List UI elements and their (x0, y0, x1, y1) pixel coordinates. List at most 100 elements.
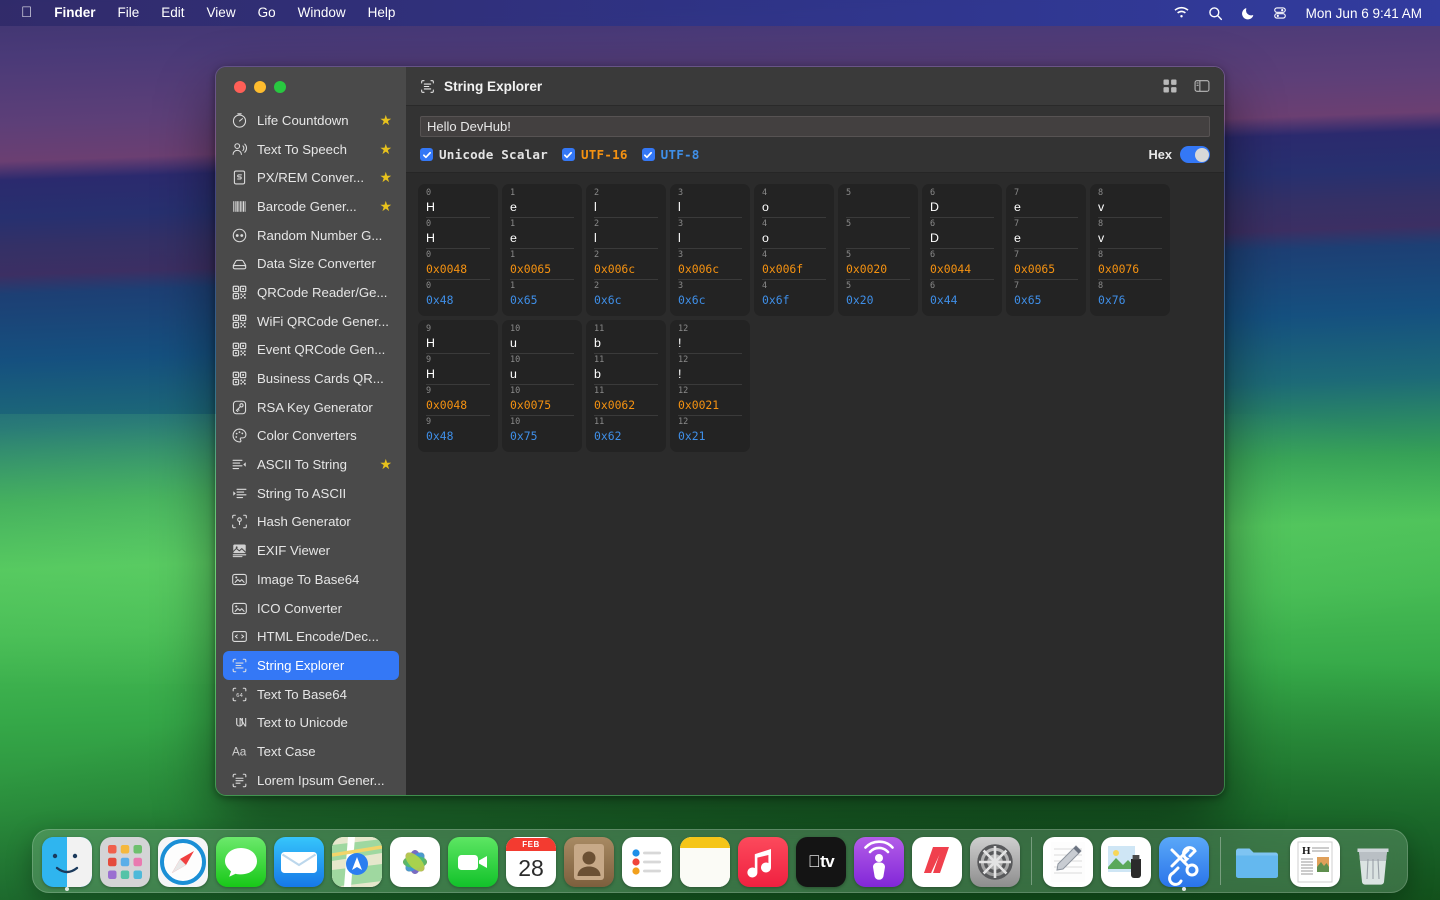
wifi-icon[interactable] (1164, 6, 1199, 20)
favorite-star-icon[interactable]: ★ (379, 169, 392, 186)
maximize-button[interactable] (274, 80, 286, 93)
hex-toggle[interactable] (1180, 146, 1210, 163)
character-cell[interactable]: 1 e 1 e 1 0x0065 1 0x65 (502, 184, 582, 316)
dock-item-textedit[interactable] (1043, 837, 1093, 887)
sidebar-item-text-to-unicode[interactable]: U N Text to Unicode (223, 708, 399, 737)
dock-item-contacts[interactable] (564, 837, 614, 887)
dock-item-facetime[interactable] (448, 837, 498, 887)
string-input[interactable] (420, 116, 1210, 137)
menu-item-edit[interactable]: Edit (150, 0, 195, 26)
sidebar-item-text-to-speech[interactable]: Text To Speech ★ (223, 135, 399, 164)
sidebar-item-ascii-to-string[interactable]: ASCII To String ★ (223, 450, 399, 479)
checkbox-utf16[interactable]: UTF-16 (561, 147, 628, 162)
character-cell[interactable]: 6 D 6 D 6 0x0044 6 0x44 (922, 184, 1002, 316)
character-cell[interactable]: 8 v 8 v 8 0x0076 8 0x76 (1090, 184, 1170, 316)
favorite-star-icon[interactable]: ★ (379, 141, 392, 158)
sidebar-item-lorem-ipsum-gener[interactable]: Lorem Ipsum Gener... (223, 766, 399, 795)
sidebar-item-uuid-generator[interactable]: UUID Generator (223, 795, 399, 796)
dock-item-mail[interactable] (274, 837, 324, 887)
dock-item-safari[interactable] (158, 837, 208, 887)
character-cell[interactable]: 0 H 0 H 0 0x0048 0 0x48 (418, 184, 498, 316)
character-cell[interactable]: 12! 12! 12 0x0021 12 0x21 (670, 320, 750, 452)
sidebar-item-barcode-gener[interactable]: Barcode Gener... ★ (223, 192, 399, 221)
checkbox-unicode-scalar[interactable]: Unicode Scalar (420, 147, 548, 162)
sidebar-item-text-to-base64[interactable]: 64 Text To Base64 (223, 680, 399, 709)
menu-item-window[interactable]: Window (287, 0, 357, 26)
character-cell[interactable]: 9 H 9 H 9 0x0048 9 0x48 (418, 320, 498, 452)
character-cell[interactable]: 7 e 7 e 7 0x0065 7 0x65 (1006, 184, 1086, 316)
dock-item-appletv[interactable]: tv (796, 837, 846, 887)
sidebar-item-random-number-g[interactable]: Random Number G... (223, 221, 399, 250)
menu-item-go[interactable]: Go (247, 0, 287, 26)
dock-item-devhub-tools[interactable] (1159, 837, 1209, 891)
favorite-star-icon[interactable]: ★ (379, 112, 392, 129)
sidebar-item-hash-generator[interactable]: Hash Generator (223, 508, 399, 537)
character-cell[interactable]: 2 l 2 l 2 0x006c 2 0x6c (586, 184, 666, 316)
sidebar-item-business-cards-qr[interactable]: Business Cards QR... (223, 364, 399, 393)
dock-item-preview[interactable] (1101, 837, 1151, 887)
menu-item-finder[interactable]: Finder (43, 0, 106, 26)
menu-bar-clock[interactable]: Mon Jun 6 9:41 AM (1296, 6, 1428, 21)
sidebar-item-ico-converter[interactable]: ICO Converter (223, 594, 399, 623)
dock-item-reminders[interactable] (622, 837, 672, 887)
grid-view-icon[interactable] (1162, 78, 1178, 94)
sidebar-item-exif-viewer[interactable]: EXIF Viewer (223, 536, 399, 565)
sidebar-item-rsa-key-generator[interactable]: RSA Key Generator (223, 393, 399, 422)
sidebar-item-px-rem-conver[interactable]: PX/REM Conver... ★ (223, 163, 399, 192)
control-center-icon[interactable] (1264, 6, 1296, 20)
cell-utf16-hex-row: 5 0x0020 (838, 250, 918, 280)
sidebar-toggle-icon[interactable] (1194, 78, 1210, 94)
favorite-star-icon[interactable]: ★ (379, 456, 392, 473)
favorite-star-icon[interactable]: ★ (379, 198, 392, 215)
dock-item-music[interactable] (738, 837, 788, 887)
dock-item-system-settings[interactable] (970, 837, 1020, 887)
dock-item-launchpad[interactable] (100, 837, 150, 887)
moon-icon[interactable] (1232, 6, 1264, 20)
dock-item-finder[interactable] (42, 837, 92, 891)
menu-item-view[interactable]: View (196, 0, 247, 26)
sidebar-item-label: QRCode Reader/Ge... (257, 284, 388, 300)
minimize-button[interactable] (254, 80, 266, 93)
sidebar-item-event-qrcode-gen[interactable]: Event QRCode Gen... (223, 336, 399, 365)
cell-utf16-hex: 0x0020 (846, 262, 888, 276)
cell-index: 2 (594, 250, 600, 260)
cell-scalar-char-row: 10 u (502, 324, 582, 354)
sidebar-item-string-to-ascii[interactable]: String To ASCII (223, 479, 399, 508)
sidebar-item-image-to-base64[interactable]: Image To Base64 (223, 565, 399, 594)
sidebar-item-html-encode-dec[interactable]: HTML Encode/Dec... (223, 622, 399, 651)
menu-item-file[interactable]: File (107, 0, 151, 26)
dock-item-podcasts[interactable] (854, 837, 904, 887)
dock-item-trash[interactable] (1348, 837, 1398, 887)
checkbox-utf8[interactable]: UTF-8 (641, 147, 700, 162)
sidebar-item-text-case[interactable]: Aa Text Case (223, 737, 399, 766)
string-explorer-icon (230, 656, 248, 674)
sidebar-item-qrcode-reader-ge[interactable]: QRCode Reader/Ge... (223, 278, 399, 307)
menu-item-help[interactable]: Help (357, 0, 407, 26)
sidebar-list[interactable]: Life Countdown ★ Text To Speech ★ PX/REM Con… (216, 106, 406, 795)
character-cell[interactable]: 4 o 4 o 4 0x006f 4 0x6f (754, 184, 834, 316)
cell-index: 1 (510, 250, 516, 260)
sidebar-item-string-explorer[interactable]: String Explorer (223, 651, 399, 680)
apple-menu-icon[interactable]:  (10, 0, 43, 26)
search-icon[interactable] (1199, 6, 1232, 21)
dock-item-maps[interactable] (332, 837, 382, 887)
close-button[interactable] (234, 80, 246, 93)
character-cell[interactable]: 10 u 10 u 10 0x0075 10 0x75 (502, 320, 582, 452)
sidebar-item-color-converters[interactable]: Color Converters (223, 422, 399, 451)
sidebar-item-life-countdown[interactable]: Life Countdown ★ (223, 106, 399, 135)
cell-utf16-char-row: 1e (502, 219, 582, 249)
sidebar-item-data-size-converter[interactable]: Data Size Converter (223, 249, 399, 278)
dock-item-news[interactable] (912, 837, 962, 887)
sidebar-item-wifi-qrcode-gener[interactable]: WiFi QRCode Gener... (223, 307, 399, 336)
dock-item-document-stack[interactable]: H (1290, 837, 1340, 887)
cell-divider (762, 279, 826, 280)
cell-scalar-char: v (1098, 200, 1105, 214)
character-cell[interactable]: 5 5 5 0x0020 5 0x20 (838, 184, 918, 316)
dock-item-calendar[interactable]: FEB 28 (506, 837, 556, 887)
character-cell[interactable]: 3 l 3 l 3 0x006c 3 0x6c (670, 184, 750, 316)
dock-item-messages[interactable] (216, 837, 266, 887)
dock-item-photos[interactable] (390, 837, 440, 887)
dock-item-downloads-folder[interactable] (1232, 837, 1282, 887)
dock-item-notes[interactable] (680, 837, 730, 887)
character-cell[interactable]: 11 b 11 b 11 0x0062 11 0x62 (586, 320, 666, 452)
